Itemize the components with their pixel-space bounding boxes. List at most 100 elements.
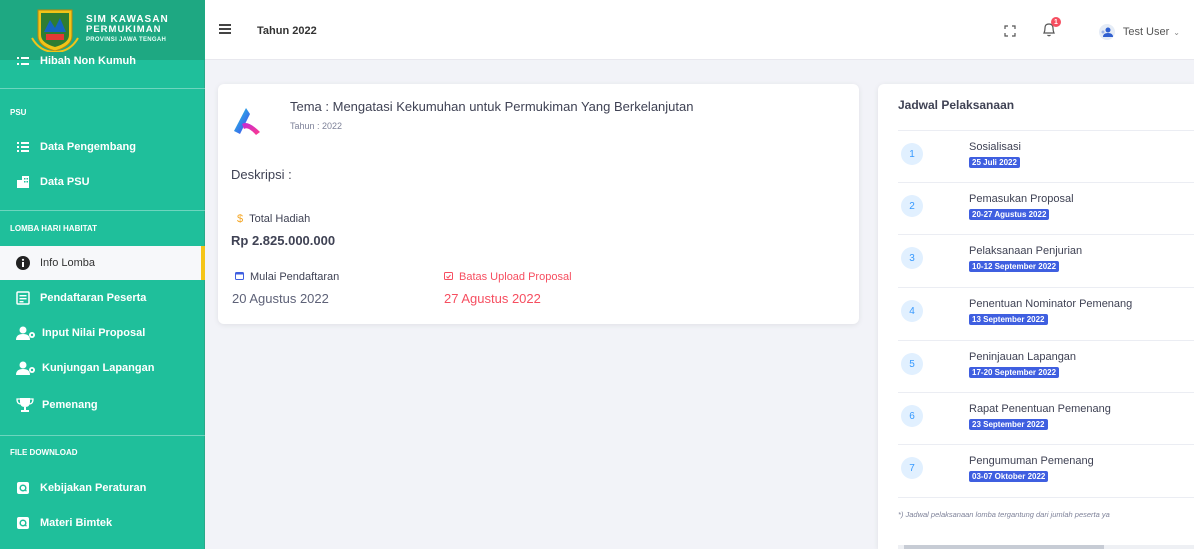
- brand-line2: PERMUKIMAN: [86, 24, 162, 35]
- schedule-item: 3 Pelaksanaan Penjurian 10-12 September …: [898, 234, 1194, 286]
- sidebar-item-label: Data Pengembang: [40, 141, 136, 153]
- sidebar-item-data-psu[interactable]: Data PSU: [0, 165, 205, 199]
- sidebar-item-hibah-non-kumuh[interactable]: Hibah Non Kumuh: [0, 52, 205, 70]
- logo-icon: [30, 8, 80, 54]
- step-name: Pelaksanaan Penjurian: [969, 245, 1083, 257]
- step-number: 7: [901, 457, 923, 479]
- top-header: Tahun 2022 1 Test User ⌄: [205, 0, 1194, 60]
- user-menu[interactable]: Test User ⌄: [1098, 24, 1180, 40]
- prize-label: Total Hadiah: [249, 213, 311, 225]
- file-icon: [16, 481, 30, 495]
- section-file-download: FILE DOWNLOAD: [10, 448, 78, 457]
- schedule-title: Jadwal Pelaksanaan: [898, 98, 1015, 112]
- section-lomba: LOMBA HARI HABITAT: [10, 224, 97, 233]
- sidebar-item-pemenang[interactable]: Pemenang: [0, 388, 205, 422]
- upload-label: Batas Upload Proposal: [459, 271, 572, 283]
- registration-date: 20 Agustus 2022: [232, 291, 329, 306]
- step-name: Sosialisasi: [969, 141, 1021, 153]
- hamburger-menu-icon[interactable]: [219, 24, 231, 34]
- step-number: 3: [901, 247, 923, 269]
- upload-date: 27 Agustus 2022: [444, 291, 541, 306]
- step-name: Pemasukan Proposal: [969, 193, 1074, 205]
- sidebar-item-materi-bimtek[interactable]: Materi Bimtek: [0, 506, 205, 540]
- brand-line3: PROVINSI JAWA TENGAH: [86, 37, 167, 43]
- sidebar: SIM KAWASAN PERMUKIMAN PROVINSI JAWA TEN…: [0, 0, 205, 549]
- calendar-check-icon: [444, 271, 453, 283]
- theme-logo-icon: [232, 104, 262, 143]
- step-number: 2: [901, 195, 923, 217]
- sidebar-item-kebijakan-peraturan[interactable]: Kebijakan Peraturan: [0, 471, 205, 505]
- calendar-icon: [235, 271, 244, 283]
- file-icon: [16, 516, 30, 530]
- step-date-badge: 20-27 Agustus 2022: [969, 209, 1050, 220]
- sidebar-item-label: Info Lomba: [40, 257, 96, 269]
- sidebar-item-label: Pemenang: [42, 399, 98, 411]
- sidebar-item-data-pengembang[interactable]: Data Pengembang: [0, 130, 205, 164]
- form-icon: [16, 291, 30, 305]
- brand[interactable]: SIM KAWASAN PERMUKIMAN PROVINSI JAWA TEN…: [0, 0, 205, 60]
- sidebar-item-label: Kunjungan Lapangan: [42, 362, 155, 374]
- sidebar-divider: [0, 88, 205, 89]
- chevron-down-icon: ⌄: [1173, 27, 1180, 37]
- step-number: 1: [901, 143, 923, 165]
- description-label: Deskripsi :: [231, 167, 292, 182]
- step-date-badge: 10-12 September 2022: [969, 261, 1060, 272]
- dollar-icon: $: [237, 213, 244, 225]
- notification-badge: 1: [1051, 17, 1061, 27]
- scrollbar-thumb[interactable]: [904, 545, 1104, 549]
- info-icon: [16, 256, 30, 270]
- step-date-badge: 13 September 2022: [969, 314, 1048, 325]
- step-number: 6: [901, 405, 923, 427]
- schedule-divider: [898, 497, 1194, 498]
- sidebar-item-label: Materi Bimtek: [40, 517, 113, 529]
- schedule-item: 6 Rapat Penentuan Pemenang 23 September …: [898, 392, 1194, 444]
- step-name: Rapat Penentuan Pemenang: [969, 403, 1111, 415]
- year-label: Tahun 2022: [257, 25, 317, 37]
- schedule-item: 2 Pemasukan Proposal 20-27 Agustus 2022: [898, 182, 1194, 234]
- sidebar-divider: [0, 210, 205, 211]
- list-icon: [16, 54, 30, 68]
- step-name: Pengumuman Pemenang: [969, 455, 1094, 467]
- step-number: 5: [901, 353, 923, 375]
- building-icon: [16, 175, 30, 189]
- sidebar-item-label: Input Nilai Proposal: [42, 327, 146, 339]
- schedule-card: Jadwal Pelaksanaan 1 Sosialisasi 25 Juli…: [878, 84, 1194, 549]
- theme-title: Tema : Mengatasi Kekumuhan untuk Permuki…: [290, 99, 694, 114]
- schedule-item: 4 Penentuan Nominator Pemenang 13 Septem…: [898, 287, 1194, 339]
- step-date-badge: 23 September 2022: [969, 419, 1048, 430]
- schedule-note: *) Jadwal pelaksanaan lomba tergantung d…: [898, 510, 1110, 519]
- sidebar-divider: [0, 435, 205, 436]
- schedule-item: 7 Pengumuman Pemenang 03-07 Oktober 2022: [898, 444, 1194, 496]
- users-icon: [16, 326, 38, 340]
- fullscreen-icon[interactable]: [1004, 24, 1016, 42]
- step-number: 4: [901, 300, 923, 322]
- prize-value: Rp 2.825.000.000: [231, 233, 336, 248]
- horizontal-scrollbar[interactable]: [898, 545, 1194, 549]
- sidebar-item-kunjungan-lapangan[interactable]: Kunjungan Lapangan: [0, 351, 205, 385]
- schedule-item: 1 Sosialisasi 25 Juli 2022: [898, 130, 1194, 182]
- sidebar-item-label: Pendaftaran Peserta: [40, 292, 147, 304]
- schedule-item: 5 Peninjauan Lapangan 17-20 September 20…: [898, 340, 1194, 392]
- registration-label-row: Mulai Pendaftaran: [235, 271, 339, 283]
- user-name: Test User: [1122, 26, 1170, 38]
- sidebar-item-info-lomba[interactable]: Info Lomba: [0, 246, 205, 280]
- registration-label: Mulai Pendaftaran: [250, 271, 340, 283]
- list-icon: [16, 140, 30, 154]
- step-date-badge: 25 Juli 2022: [969, 157, 1020, 168]
- sidebar-item-label: Data PSU: [40, 176, 90, 188]
- avatar: [1098, 24, 1115, 40]
- step-name: Penentuan Nominator Pemenang: [969, 298, 1133, 310]
- upload-label-row: Batas Upload Proposal: [444, 271, 572, 283]
- lomba-info-card: Tema : Mengatasi Kekumuhan untuk Permuki…: [218, 84, 859, 324]
- section-psu: PSU: [10, 108, 27, 117]
- sidebar-item-label: Kebijakan Peraturan: [40, 482, 147, 494]
- sidebar-item-pendaftaran-peserta[interactable]: Pendaftaran Peserta: [0, 281, 205, 315]
- users-icon: [16, 361, 38, 375]
- trophy-icon: [16, 398, 34, 412]
- prize-label-row: $ Total Hadiah: [237, 213, 310, 225]
- step-date-badge: 17-20 September 2022: [969, 367, 1060, 378]
- sidebar-item-label: Hibah Non Kumuh: [40, 55, 136, 67]
- step-date-badge: 03-07 Oktober 2022: [969, 471, 1049, 482]
- step-name: Peninjauan Lapangan: [969, 351, 1077, 363]
- sidebar-item-input-nilai-proposal[interactable]: Input Nilai Proposal: [0, 316, 205, 350]
